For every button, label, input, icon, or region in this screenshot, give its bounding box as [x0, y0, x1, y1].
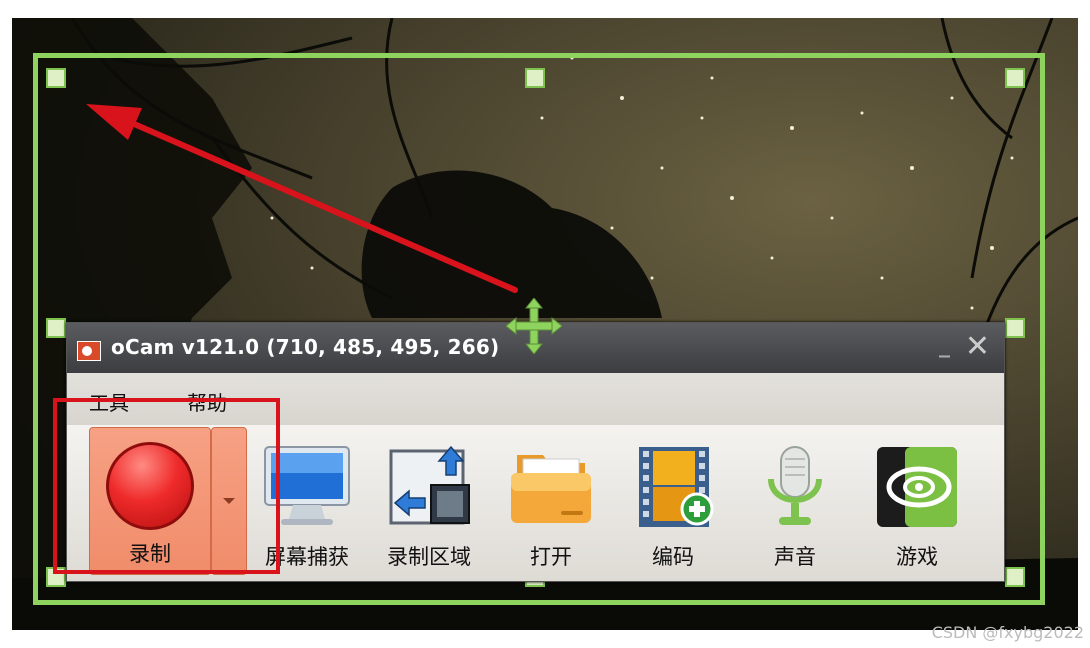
nvidia-game-icon: [877, 447, 957, 527]
ocam-app-icon: [77, 341, 101, 361]
film-add-icon: [639, 447, 714, 527]
sound-button[interactable]: 声音: [743, 429, 847, 577]
watermark-text: CSDN @fxybg2022: [931, 623, 1084, 642]
close-button[interactable]: ✕: [965, 329, 990, 364]
microphone-icon: [768, 446, 822, 525]
sound-label: 声音: [774, 545, 816, 569]
record-region-label: 录制区域: [387, 545, 471, 569]
annotation-highlight-box: [53, 398, 280, 574]
open-label: 打开: [530, 545, 572, 569]
game-button[interactable]: 游戏: [865, 429, 969, 577]
window-title: oCam v121.0 (710, 485, 495, 266): [111, 335, 500, 359]
open-button[interactable]: 打开: [499, 429, 603, 577]
minimize-button[interactable]: _: [939, 333, 950, 358]
record-region-button[interactable]: 录制区域: [377, 429, 481, 577]
game-label: 游戏: [896, 545, 938, 569]
folder-icon: [511, 455, 591, 523]
resize-region-icon: [389, 445, 470, 525]
codec-label: 编码: [652, 545, 694, 569]
codec-button[interactable]: 编码: [621, 429, 725, 577]
move-cross-icon[interactable]: [506, 298, 562, 354]
